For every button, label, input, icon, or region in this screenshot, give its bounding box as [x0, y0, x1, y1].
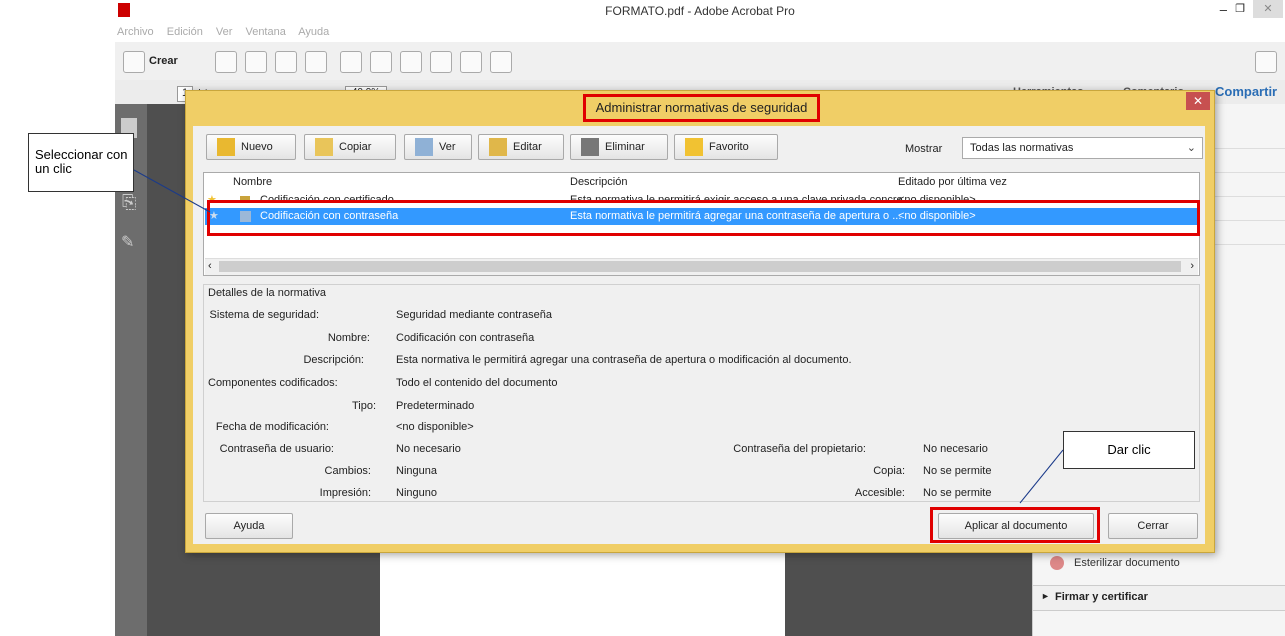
callout-lines	[133, 169, 1064, 504]
callout-line-select	[133, 169, 211, 213]
callout-line-click	[1019, 449, 1064, 504]
